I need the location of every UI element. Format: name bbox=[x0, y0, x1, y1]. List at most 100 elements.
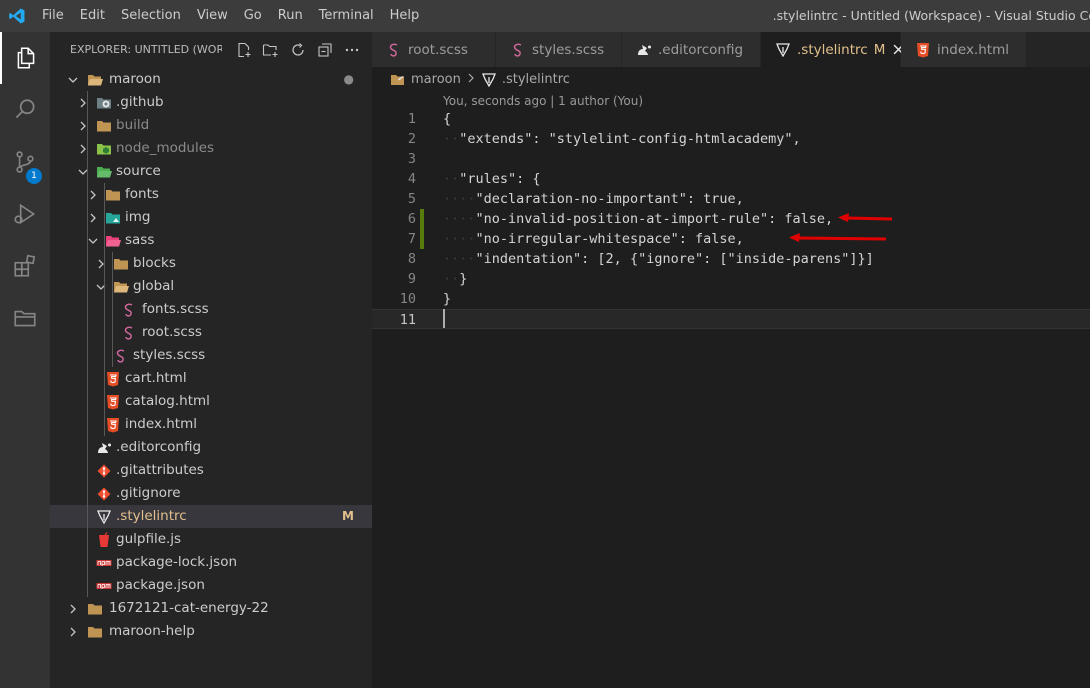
new-file-icon[interactable] bbox=[230, 42, 257, 58]
tree-file-row[interactable]: cart.html bbox=[50, 367, 372, 390]
editorconfig-file-icon bbox=[95, 436, 113, 459]
extensions-icon[interactable] bbox=[0, 240, 50, 292]
html-file-icon bbox=[104, 367, 122, 390]
code-line[interactable]: 11 bbox=[372, 309, 1090, 329]
tree-file-row[interactable]: styles.scss bbox=[50, 344, 372, 367]
code-line[interactable]: 5 ····"declaration-no-important": true, bbox=[372, 189, 1090, 209]
tree-file-row[interactable]: root.scss bbox=[50, 321, 372, 344]
tree-item-label: fonts.scss bbox=[142, 301, 209, 317]
code-line[interactable]: 9 ··} bbox=[372, 269, 1090, 289]
tree-folder-row[interactable]: 1672121-cat-energy-22 bbox=[50, 597, 372, 620]
more-actions-icon[interactable] bbox=[338, 42, 365, 58]
menu-selection[interactable]: Selection bbox=[113, 0, 189, 32]
tab-root-scss[interactable]: root.scss bbox=[372, 32, 496, 67]
tree-file-row[interactable]: catalog.html bbox=[50, 390, 372, 413]
tree-file-row[interactable]: .editorconfig bbox=[50, 436, 372, 459]
github-folder-icon bbox=[95, 91, 113, 114]
tab-styles-scss[interactable]: styles.scss bbox=[496, 32, 622, 67]
code-text: } bbox=[443, 289, 451, 309]
tree-folder-row[interactable]: img bbox=[50, 206, 372, 229]
code-line[interactable]: 4 ··"rules": { bbox=[372, 169, 1090, 189]
breadcrumb-file[interactable]: .stylelintrc bbox=[502, 72, 570, 87]
explorer-icon[interactable] bbox=[0, 32, 50, 84]
tree-file-row[interactable]: index.html bbox=[50, 413, 372, 436]
new-folder-icon[interactable] bbox=[257, 42, 284, 58]
window-title: .stylelintrc - Untitled (Workspace) - Vi… bbox=[772, 8, 1090, 23]
activity-bar: 1 bbox=[0, 32, 50, 688]
tree-folder-row[interactable]: fonts bbox=[50, 183, 372, 206]
breadcrumb-folder[interactable]: maroon bbox=[411, 72, 461, 87]
sass-file-icon bbox=[386, 42, 402, 58]
breadcrumb-file-icon bbox=[481, 72, 497, 87]
tree-item-label: 1672121-cat-energy-22 bbox=[109, 600, 269, 616]
chevron-right-icon bbox=[467, 72, 475, 87]
tree-folder-row[interactable]: blocks bbox=[50, 252, 372, 275]
code-editor[interactable]: You, seconds ago | 1 author (You) 1{2 ··"… bbox=[372, 92, 1090, 688]
tree-file-row[interactable]: .stylelintrc M bbox=[50, 505, 372, 528]
tab-stylelintrc[interactable]: .stylelintrc M bbox=[761, 32, 904, 67]
tree-file-row[interactable]: package-lock.json bbox=[50, 551, 372, 574]
tab-label: .stylelintrc bbox=[797, 41, 868, 58]
collapse-all-icon[interactable] bbox=[311, 42, 338, 58]
explorer-header: EXPLORER: UNTITLED (WOR... bbox=[50, 32, 372, 67]
tab-index-html[interactable]: index.html bbox=[901, 32, 1027, 67]
tree-item-label: maroon-help bbox=[109, 623, 195, 639]
tree-file-row[interactable]: .gitattributes bbox=[50, 459, 372, 482]
whitespace-marker: ·· bbox=[443, 271, 460, 287]
whitespace-marker: ···· bbox=[443, 211, 476, 227]
tree-folder-row[interactable]: maroon-help bbox=[50, 620, 372, 643]
menu-go[interactable]: Go bbox=[236, 0, 270, 32]
code-content: } bbox=[443, 291, 452, 307]
tree-file-row[interactable]: fonts.scss bbox=[50, 298, 372, 321]
tree-item-label: styles.scss bbox=[133, 347, 206, 363]
tree-item-label: img bbox=[125, 209, 151, 225]
tree-file-row[interactable]: package.json bbox=[50, 574, 372, 597]
search-icon[interactable] bbox=[0, 84, 50, 136]
tree-file-row[interactable]: gulpfile.js bbox=[50, 528, 372, 551]
code-line[interactable]: 7 ····"no-irregular-whitespace": false, bbox=[372, 229, 1090, 249]
scm-badge: 1 bbox=[26, 168, 42, 184]
tree-folder-row[interactable]: build bbox=[50, 114, 372, 137]
tree-folder-row[interactable]: source bbox=[50, 160, 372, 183]
tab-editorconfig[interactable]: .editorconfig bbox=[622, 32, 761, 67]
source-control-icon[interactable]: 1 bbox=[0, 136, 50, 188]
tree-folder-row[interactable]: .github bbox=[50, 91, 372, 114]
git-added-gutter-marker[interactable] bbox=[420, 229, 424, 249]
git-added-gutter-marker[interactable] bbox=[420, 209, 424, 229]
code-line[interactable]: 3 bbox=[372, 149, 1090, 169]
tree-folder-row[interactable]: global bbox=[50, 275, 372, 298]
code-text: ··"rules": { bbox=[443, 169, 541, 189]
codelens-blame[interactable]: You, seconds ago | 1 author (You) bbox=[443, 94, 643, 108]
chevron-down-icon bbox=[66, 68, 80, 91]
folder-icon bbox=[112, 252, 130, 275]
menu-view[interactable]: View bbox=[189, 0, 236, 32]
tree-item-label: sass bbox=[125, 232, 155, 248]
menu-run[interactable]: Run bbox=[270, 0, 311, 32]
editor-tab-bar: root.scss styles.scss .editorconfig .stylel… bbox=[372, 32, 1090, 67]
code-line[interactable]: 2 ··"extends": "stylelint-config-htmlacad… bbox=[372, 129, 1090, 149]
indent-guide bbox=[112, 252, 113, 367]
code-content: "rules": { bbox=[459, 171, 541, 187]
tree-item-label: node_modules bbox=[116, 140, 215, 156]
chevron-down-icon bbox=[86, 229, 100, 252]
tree-folder-row[interactable]: maroon ● bbox=[50, 68, 372, 91]
file-tree: maroon ● .github build node_modules source fon… bbox=[50, 68, 372, 643]
tree-folder-row[interactable]: sass bbox=[50, 229, 372, 252]
menu-help[interactable]: Help bbox=[382, 0, 428, 32]
code-line[interactable]: 6 ····"no-invalid-position-at-import-rule… bbox=[372, 209, 1090, 229]
refresh-icon[interactable] bbox=[284, 42, 311, 58]
remote-explorer-icon[interactable] bbox=[0, 292, 50, 344]
run-debug-icon[interactable] bbox=[0, 188, 50, 240]
tab-label: .editorconfig bbox=[658, 41, 744, 58]
npm-file-icon bbox=[95, 574, 113, 597]
code-line[interactable]: 10} bbox=[372, 289, 1090, 309]
code-line[interactable]: 8 ····"indentation": [2, {"ignore": ["ins… bbox=[372, 249, 1090, 269]
menu-edit[interactable]: Edit bbox=[72, 0, 113, 32]
folder-open-icon bbox=[112, 275, 130, 298]
line-number: 8 bbox=[407, 251, 416, 267]
tree-folder-row[interactable]: node_modules bbox=[50, 137, 372, 160]
code-line[interactable]: 1{ bbox=[372, 109, 1090, 129]
tree-file-row[interactable]: .gitignore bbox=[50, 482, 372, 505]
menu-file[interactable]: File bbox=[34, 0, 72, 32]
menu-terminal[interactable]: Terminal bbox=[311, 0, 382, 32]
